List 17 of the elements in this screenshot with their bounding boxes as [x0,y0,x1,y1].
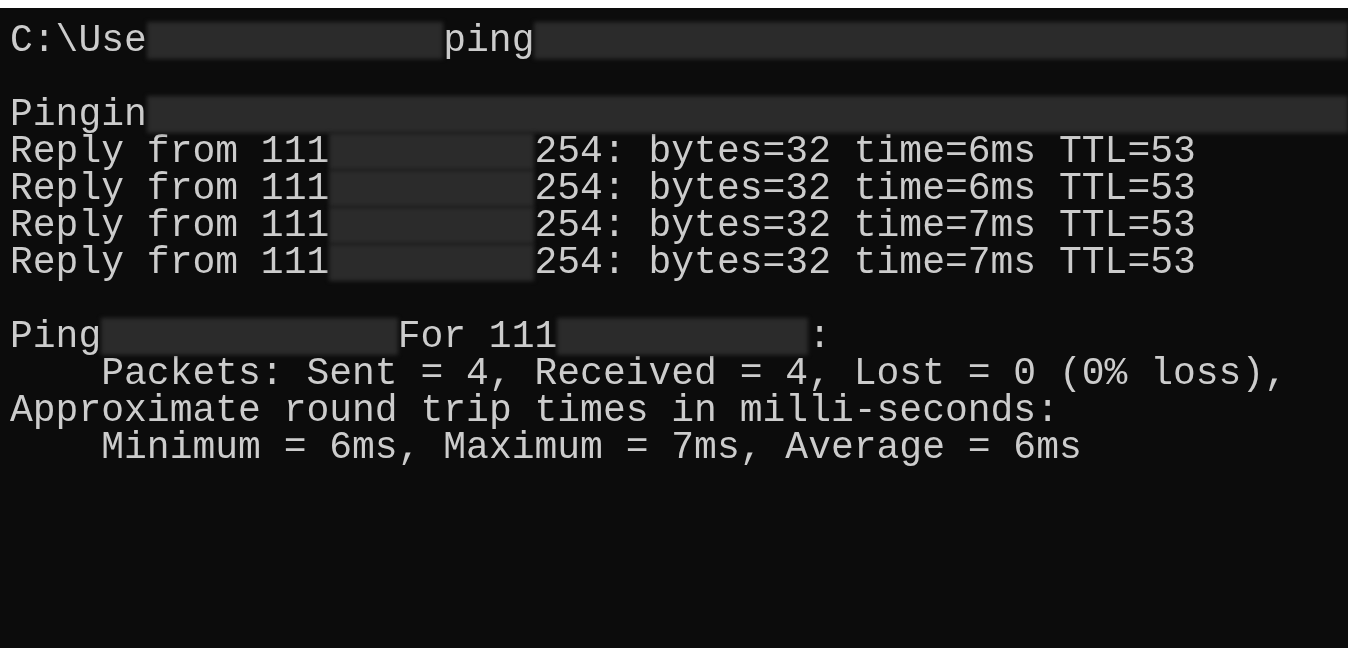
console-line-text: Ping [10,318,102,355]
console-line-text: Approximate round trip times in milli-seconds: [10,392,1059,429]
console-line-text: C:\Use [10,22,147,59]
console-line-text: 254: bytes=32 time=6ms TTL=53 [534,170,1196,207]
console-line-text: ping [443,22,535,59]
console-line-text: Reply from 111 [10,170,330,207]
console-line-text: 254: bytes=32 time=7ms TTL=53 [534,207,1196,244]
console-line-text: 254: bytes=32 time=7ms TTL=53 [534,244,1196,281]
console-line-text: Reply from 111 [10,244,330,281]
console-line-text: For 111 [397,318,558,355]
console-line-text: Reply from 111 [10,133,330,170]
console-line-text: Packets: Sent = 4, Received = 4, Lost = 0 (0% loss), [101,355,1287,392]
console-line-text: 254: bytes=32 time=6ms TTL=53 [534,133,1196,170]
console-line-text: Pingin [10,96,147,133]
console-line-text: : [808,318,831,355]
console-line-text: Reply from 111 [10,207,330,244]
console-line-text: Minimum = 6ms, Maximum = 7ms, Average = 6ms [101,429,1082,466]
